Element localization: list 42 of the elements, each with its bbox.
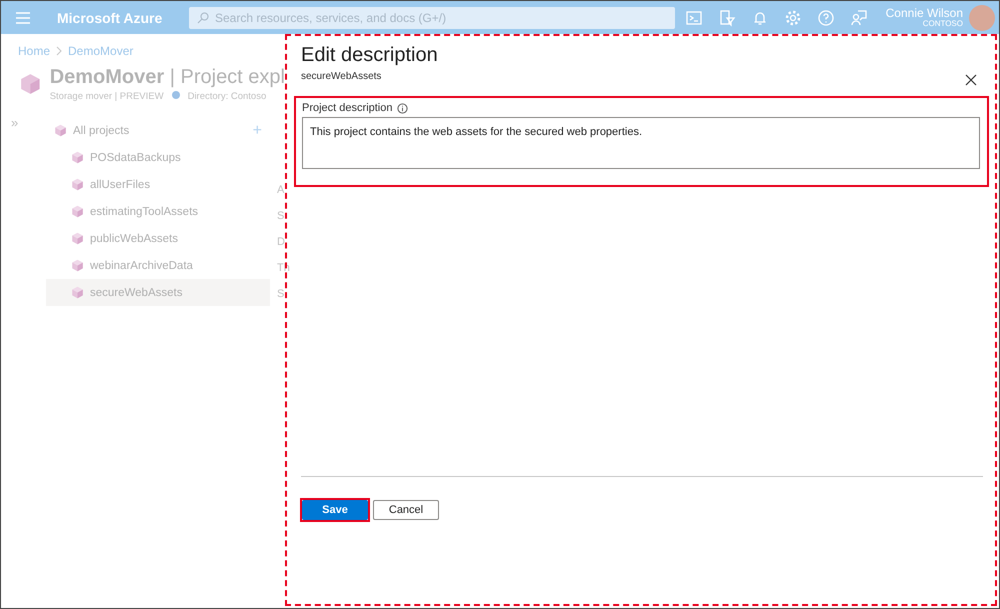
- breadcrumb-link[interactable]: DemoMover: [68, 44, 134, 58]
- resource-type: Storage mover | PREVIEW: [50, 91, 164, 102]
- tree-item[interactable]: secureWebAssets: [46, 279, 270, 306]
- breadcrumb-link[interactable]: Home: [18, 44, 50, 58]
- field-label: Project description: [302, 102, 392, 114]
- text-fragment: D: [277, 236, 286, 248]
- text-fragment: A: [277, 184, 286, 196]
- panel-subtitle: secureWebAssets: [301, 71, 382, 82]
- tree-item[interactable]: publicWebAssets: [46, 225, 270, 252]
- help-icon[interactable]: [817, 8, 835, 26]
- cube-icon: [54, 124, 67, 137]
- settings-icon[interactable]: [784, 8, 802, 26]
- text-fragment: S: [277, 210, 286, 222]
- cube-icon: [71, 286, 84, 299]
- tree-item[interactable]: estimatingToolAssets: [46, 198, 270, 225]
- app-title: Microsoft Azure: [57, 10, 164, 26]
- cube-icon: [71, 259, 84, 272]
- cube-icon: [19, 72, 42, 96]
- tree-item[interactable]: All projects: [73, 124, 130, 136]
- chevron-icon: [56, 46, 62, 56]
- directory-label: Directory: Contoso: [188, 91, 266, 102]
- cube-icon: [71, 205, 84, 218]
- filter-icon[interactable]: [718, 8, 736, 26]
- terminal-icon[interactable]: [685, 8, 703, 26]
- save-button[interactable]: Save: [302, 500, 368, 520]
- tree-item[interactable]: webinarArchiveData: [46, 252, 270, 279]
- user-name[interactable]: Connie Wilson: [886, 7, 963, 20]
- close-icon[interactable]: [965, 74, 977, 86]
- cancel-button[interactable]: Cancel: [373, 500, 439, 520]
- cube-icon: [71, 151, 84, 164]
- text-fragment: S: [277, 288, 286, 300]
- cube-icon: [71, 232, 84, 245]
- tree-item[interactable]: POSdataBackups: [46, 144, 270, 171]
- tree-item[interactable]: allUserFiles: [46, 171, 270, 198]
- tenant-name: CONTOSO: [922, 20, 963, 28]
- page-title: DemoMover | Project expl: [50, 66, 285, 89]
- add-button[interactable]: +: [252, 122, 262, 140]
- panel-title: Edit description: [301, 44, 439, 67]
- cube-icon: [71, 178, 84, 191]
- avatar[interactable]: [969, 4, 995, 30]
- feedback-icon[interactable]: [850, 8, 868, 26]
- description-field[interactable]: This project contains the web assets for the secured web properties.: [302, 117, 980, 169]
